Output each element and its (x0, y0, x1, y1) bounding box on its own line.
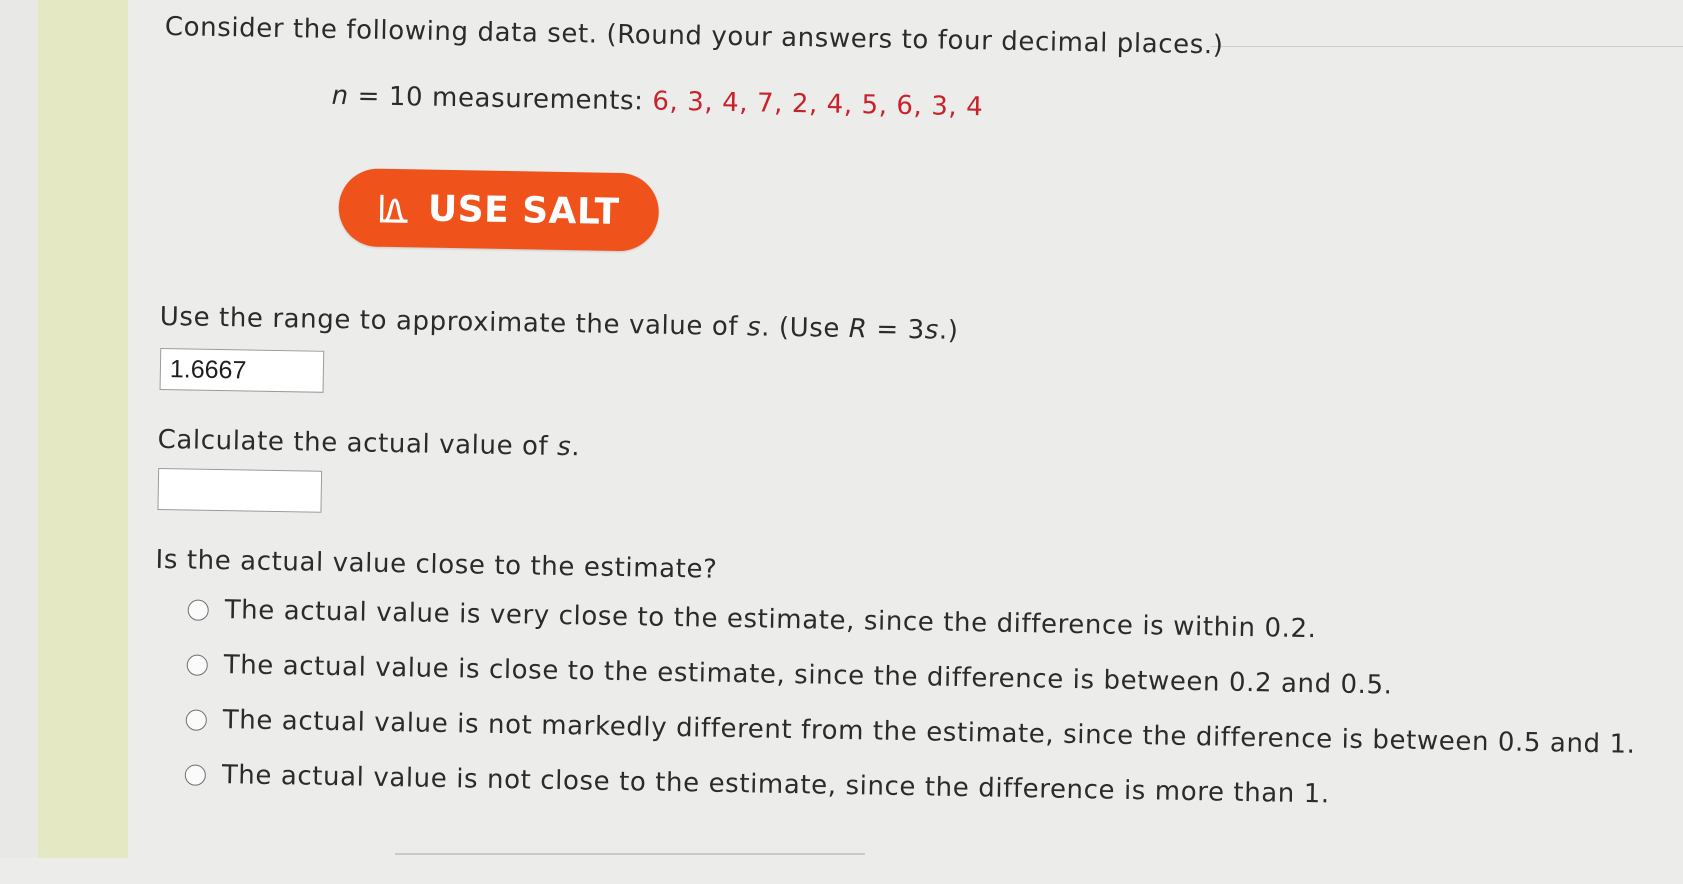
range-question-end: .) (938, 315, 959, 346)
option-label: The actual value is very close to the es… (224, 595, 1317, 645)
s-variable-2: s (924, 315, 940, 346)
use-salt-label: USE SALT (427, 188, 620, 233)
close-question: Is the actual value close to the estimat… (155, 544, 718, 585)
range-question-text: Use the range to approximate the value o… (159, 301, 748, 343)
radio-button[interactable] (185, 708, 207, 731)
actual-question: Calculate the actual value of s. (157, 425, 580, 462)
n-equation: = 10 measurements: (348, 81, 653, 117)
bell-curve-icon (380, 194, 408, 223)
measurements-line: n = 10 measurements: 6, 3, 4, 7, 2, 4, 5… (331, 81, 983, 122)
question-panel: Consider the following data set. (Round … (0, 0, 1683, 884)
s-variable-3: s (556, 431, 572, 463)
option-close[interactable]: The actual value is close to the estimat… (186, 649, 1393, 701)
range-question-mid: . (Use (760, 312, 850, 344)
r-variable: R (848, 313, 868, 345)
radio-button[interactable] (184, 763, 207, 786)
option-label: The actual value is not close to the est… (221, 760, 1331, 810)
option-not-markedly-different[interactable]: The actual value is not markedly differe… (185, 704, 1636, 760)
actual-question-text: Calculate the actual value of (157, 424, 558, 462)
radio-button[interactable] (186, 653, 208, 676)
use-salt-button[interactable]: USE SALT (338, 168, 660, 252)
option-label: The actual value is not markedly differe… (222, 705, 1636, 760)
option-not-close[interactable]: The actual value is not close to the est… (184, 759, 1331, 810)
actual-value-input[interactable] (157, 467, 323, 513)
range-estimate-input[interactable]: 1.6667 (159, 347, 325, 393)
option-very-close[interactable]: The actual value is very close to the es… (187, 594, 1317, 645)
s-variable: s (746, 312, 762, 343)
actual-question-end: . (571, 432, 581, 463)
option-label: The actual value is close to the estimat… (223, 650, 1393, 701)
radio-button[interactable] (187, 598, 209, 621)
range-equation: = 3 (867, 314, 926, 346)
measurement-values: 6, 3, 4, 7, 2, 4, 5, 6, 3, 4 (652, 86, 984, 123)
question-intro: Consider the following data set. (Round … (164, 12, 1224, 61)
range-question: Use the range to approximate the value o… (160, 302, 959, 346)
n-variable: n (331, 80, 350, 112)
